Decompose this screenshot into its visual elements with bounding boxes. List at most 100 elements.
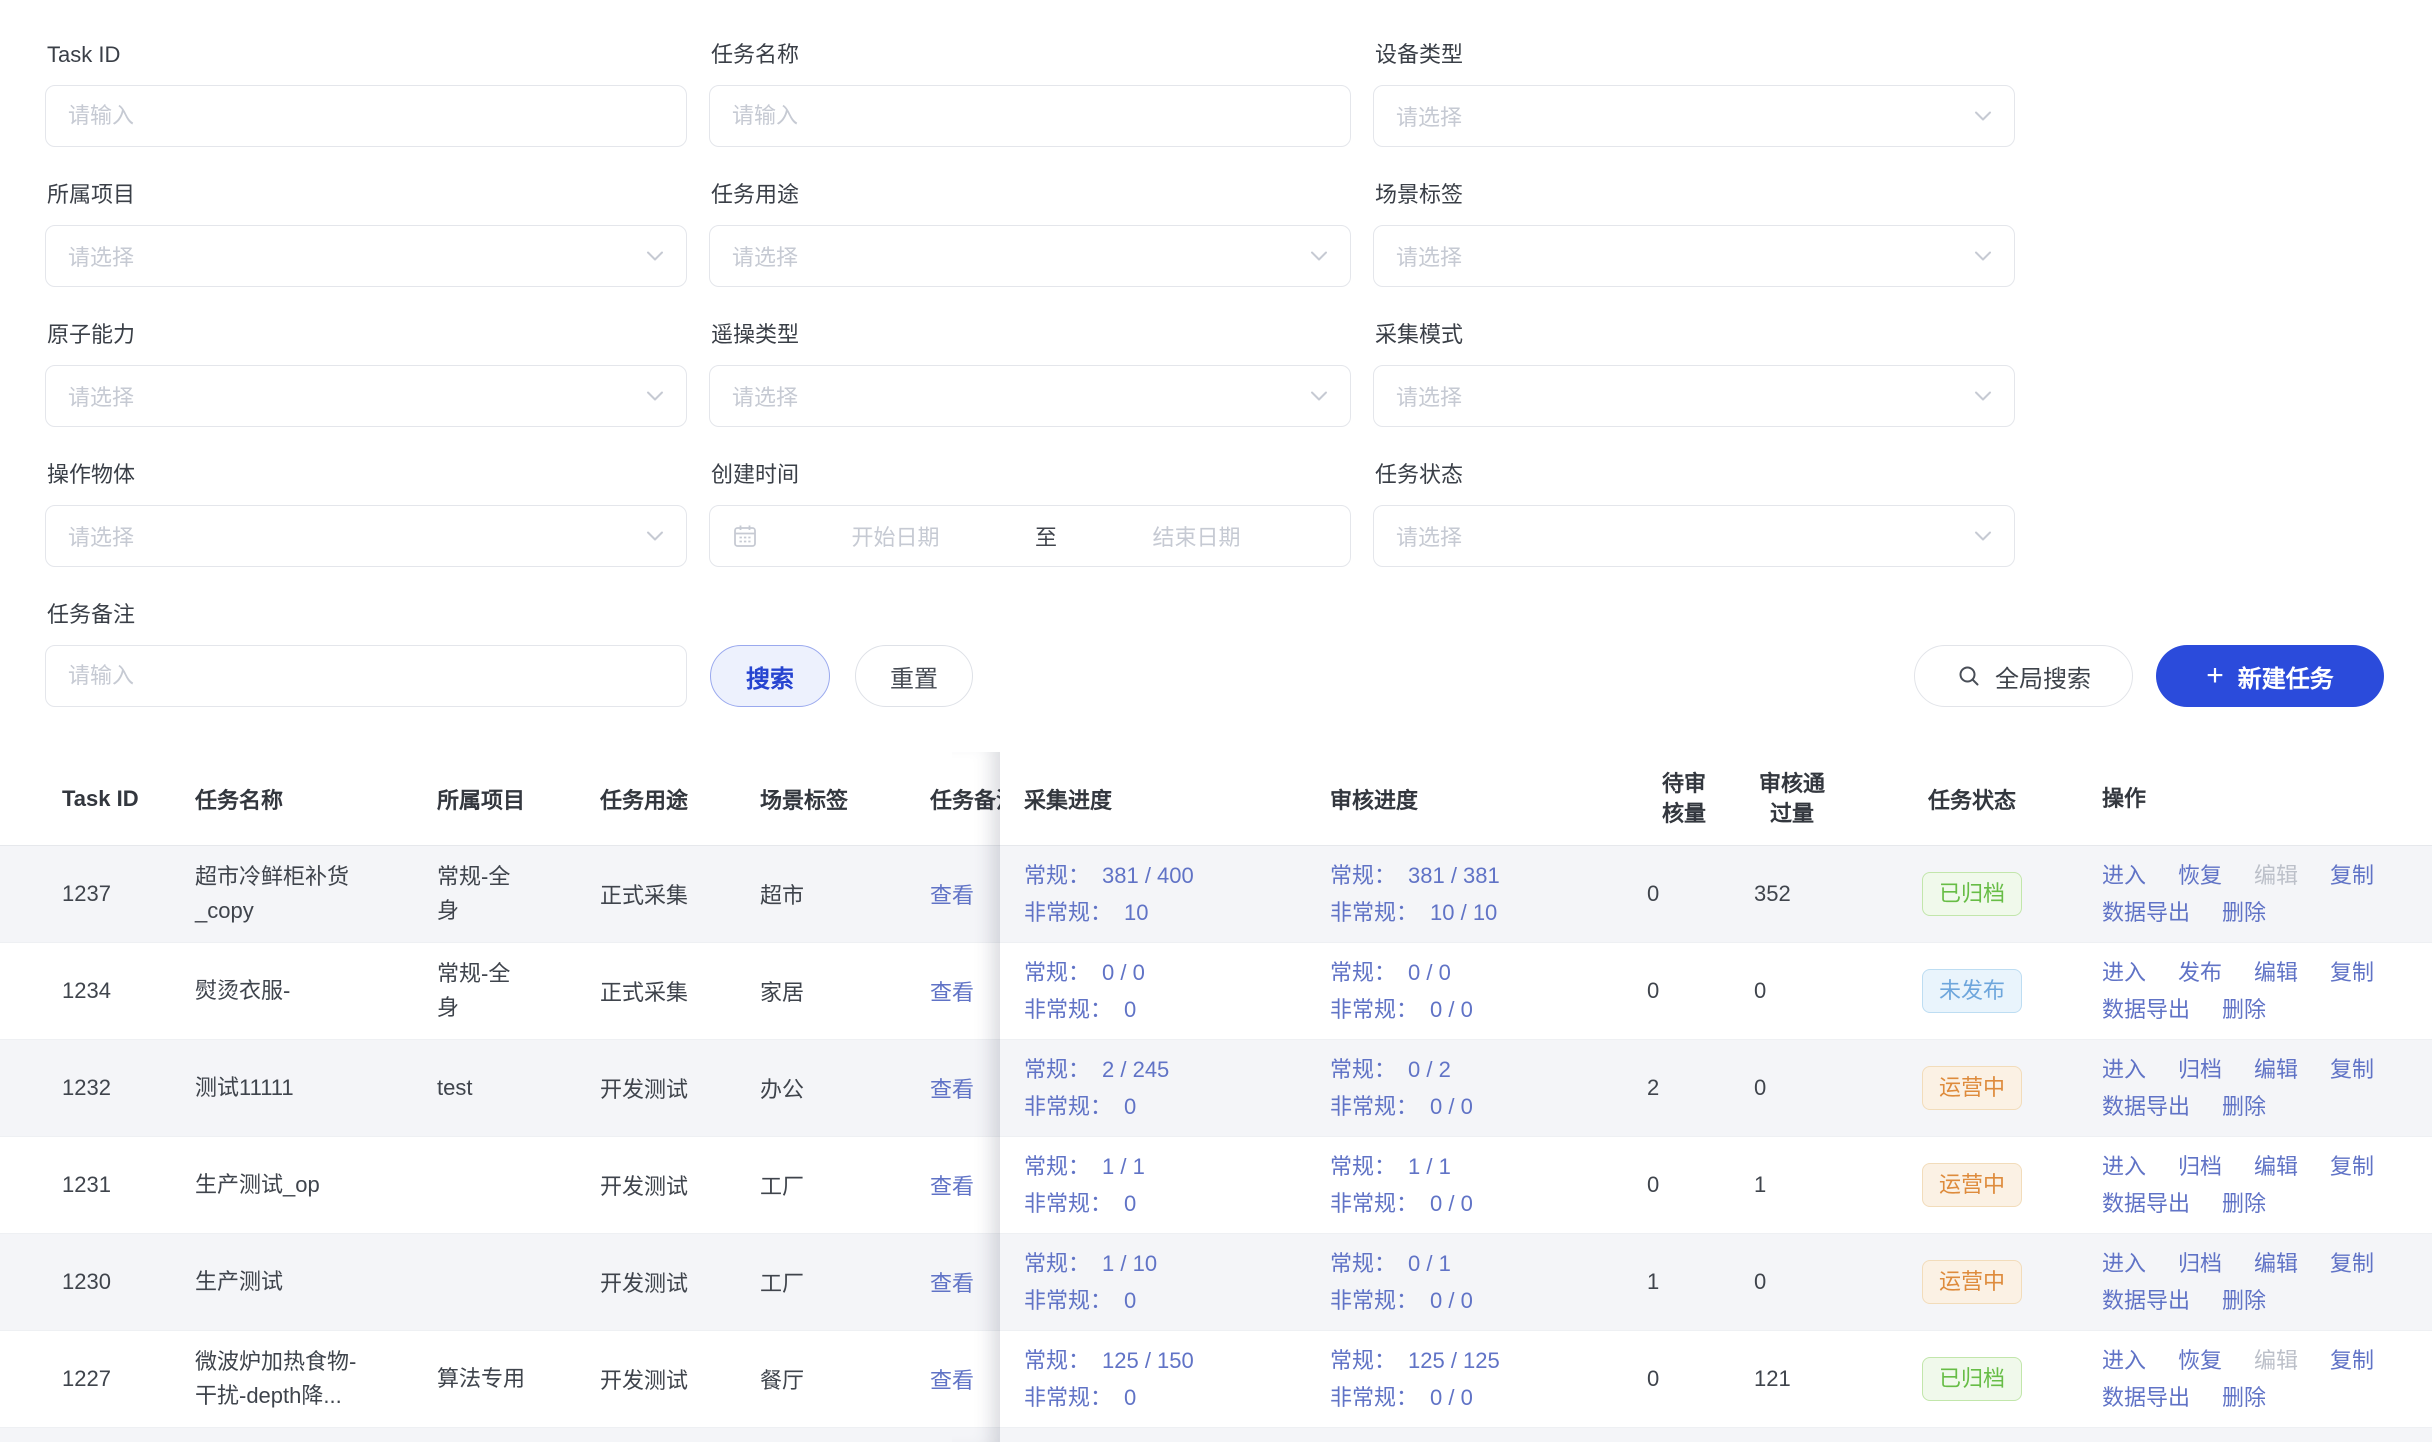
action-link[interactable]: 复制 — [2330, 1245, 2374, 1282]
cell-status: 运营中 — [1852, 1066, 2092, 1110]
view-remark-link[interactable]: 查看 — [930, 883, 974, 908]
calendar-icon — [732, 523, 758, 549]
chevron-down-icon — [1310, 390, 1328, 402]
filter-label: 采集模式 — [1375, 320, 2015, 350]
action-link[interactable]: 编辑 — [2254, 1051, 2298, 1088]
view-remark-link[interactable]: 查看 — [930, 1271, 974, 1296]
select-placeholder: 请选择 — [1396, 520, 1974, 552]
cell-review-progress: 常规：0 / 1 非常规：0 / 0 — [1306, 1245, 1636, 1319]
search-button[interactable]: 搜索 — [710, 645, 830, 707]
filter-task-status-select[interactable]: 请选择 — [1373, 505, 2015, 567]
filter-operated-object-select[interactable]: 请选择 — [45, 505, 687, 567]
action-link[interactable]: 归档 — [2178, 1148, 2222, 1185]
cell-remark: 查看 — [930, 1169, 1000, 1201]
select-placeholder: 请选择 — [1396, 380, 1974, 412]
filter-field: 创建时间 开始日期至结束日期 — [709, 427, 1351, 567]
action-link[interactable]: 编辑 — [2254, 1148, 2298, 1185]
cell-collect-progress: 常规：2 / 245 非常规：0 — [1000, 1051, 1306, 1125]
task-id-field[interactable] — [68, 103, 664, 129]
filter-field: 遥操类型 请选择 — [709, 287, 1351, 427]
create-task-label: 新建任务 — [2238, 659, 2334, 694]
cell-purpose: 开发测试 — [600, 1169, 760, 1201]
cell-remark: 查看 — [930, 1266, 1000, 1298]
filter-scene-tag-select[interactable]: 请选择 — [1373, 225, 2015, 287]
action-link[interactable]: 进入 — [2102, 857, 2146, 894]
action-link[interactable]: 进入 — [2102, 954, 2146, 991]
remark-input[interactable] — [68, 663, 664, 689]
reset-button[interactable]: 重置 — [855, 645, 973, 707]
action-link[interactable]: 编辑 — [2254, 954, 2298, 991]
action-link[interactable]: 删除 — [2222, 991, 2266, 1028]
filter-task-id-input[interactable] — [45, 85, 687, 147]
action-link[interactable]: 删除 — [2222, 1379, 2266, 1416]
action-link[interactable]: 归档 — [2178, 1245, 2222, 1282]
filter-field: 任务用途 请选择 — [709, 147, 1351, 287]
action-link[interactable]: 数据导出 — [2102, 1379, 2190, 1416]
filter-create-time-picker[interactable]: 开始日期至结束日期 — [709, 505, 1351, 567]
action-link[interactable]: 复制 — [2330, 954, 2374, 991]
cell-purpose: 开发测试 — [600, 1072, 760, 1104]
action-link[interactable]: 进入 — [2102, 1342, 2146, 1379]
action-link[interactable]: 复制 — [2330, 1148, 2374, 1185]
table-row: 1227 微波炉加热食物-干扰-depth降... 算法专用 开发测试 餐厅 查… — [0, 1331, 2432, 1428]
create-task-button[interactable]: + 新建任务 — [2156, 645, 2384, 707]
table-body: 1237 超市冷鲜柜补货_copy 常规-全身 正式采集 超市 查看 常规：38… — [0, 846, 2432, 1428]
filter-field: Task ID — [45, 7, 687, 147]
action-link[interactable]: 复制 — [2330, 857, 2374, 894]
cell-review-progress: 常规：0 / 2 非常规：0 / 0 — [1306, 1051, 1636, 1125]
filter-field: 所属项目 请选择 — [45, 147, 687, 287]
cell-pending-count: 0 — [1636, 1172, 1732, 1198]
action-link[interactable]: 删除 — [2222, 1088, 2266, 1125]
action-link[interactable]: 恢复 — [2178, 857, 2222, 894]
action-link[interactable]: 复制 — [2330, 1342, 2374, 1379]
filter-label: 操作物体 — [47, 460, 687, 490]
filter-teleop-type-select[interactable]: 请选择 — [709, 365, 1351, 427]
task-name-field[interactable] — [732, 103, 1328, 129]
cell-passed-count: 352 — [1732, 881, 1852, 907]
action-link[interactable]: 删除 — [2222, 1185, 2266, 1222]
cell-task-name: 测试11111 — [195, 1071, 437, 1105]
action-link[interactable]: 数据导出 — [2102, 1088, 2190, 1125]
filter-task-purpose-select[interactable]: 请选择 — [709, 225, 1351, 287]
end-date-placeholder: 结束日期 — [1065, 520, 1328, 552]
remark-filter-field[interactable] — [45, 645, 687, 707]
action-link[interactable]: 进入 — [2102, 1051, 2146, 1088]
cell-collect-progress: 常规：125 / 150 非常规：0 — [1000, 1342, 1306, 1416]
cell-status: 未发布 — [1852, 969, 2092, 1013]
cell-task-id: 1237 — [62, 881, 195, 907]
action-link[interactable]: 删除 — [2222, 1282, 2266, 1319]
filter-project-select[interactable]: 请选择 — [45, 225, 687, 287]
global-search-label: 全局搜索 — [1995, 659, 2091, 694]
action-link[interactable]: 编辑 — [2254, 1245, 2298, 1282]
filter-task-name-input[interactable] — [709, 85, 1351, 147]
action-link[interactable]: 数据导出 — [2102, 1185, 2190, 1222]
action-link[interactable]: 数据导出 — [2102, 894, 2190, 931]
filter-atomic-ability-select[interactable]: 请选择 — [45, 365, 687, 427]
col-header-review: 审核进度 — [1306, 783, 1636, 815]
filter-device-type-select[interactable]: 请选择 — [1373, 85, 2015, 147]
action-link[interactable]: 恢复 — [2178, 1342, 2222, 1379]
cell-actions: 进入发布编辑复制数据导出删除 — [2092, 954, 2432, 1028]
filter-collect-mode-select[interactable]: 请选择 — [1373, 365, 2015, 427]
action-link[interactable]: 进入 — [2102, 1245, 2146, 1282]
action-link: 编辑 — [2254, 857, 2298, 894]
action-link[interactable]: 删除 — [2222, 894, 2266, 931]
cell-status: 已归档 — [1852, 1357, 2092, 1401]
status-badge: 已归档 — [1922, 1357, 2022, 1401]
cell-actions: 进入归档编辑复制数据导出删除 — [2092, 1148, 2432, 1222]
col-header-remark: 任务备注 — [930, 783, 1000, 815]
global-search-button[interactable]: 全局搜索 — [1914, 645, 2133, 707]
filter-label: 原子能力 — [47, 320, 687, 350]
view-remark-link[interactable]: 查看 — [930, 1077, 974, 1102]
status-badge: 已归档 — [1922, 872, 2022, 916]
view-remark-link[interactable]: 查看 — [930, 980, 974, 1005]
view-remark-link[interactable]: 查看 — [930, 1174, 974, 1199]
view-remark-link[interactable]: 查看 — [930, 1368, 974, 1393]
action-link[interactable]: 发布 — [2178, 954, 2222, 991]
action-link[interactable]: 数据导出 — [2102, 1282, 2190, 1319]
action-link[interactable]: 数据导出 — [2102, 991, 2190, 1028]
action-link[interactable]: 进入 — [2102, 1148, 2146, 1185]
action-link[interactable]: 复制 — [2330, 1051, 2374, 1088]
cell-status: 运营中 — [1852, 1260, 2092, 1304]
action-link[interactable]: 归档 — [2178, 1051, 2222, 1088]
